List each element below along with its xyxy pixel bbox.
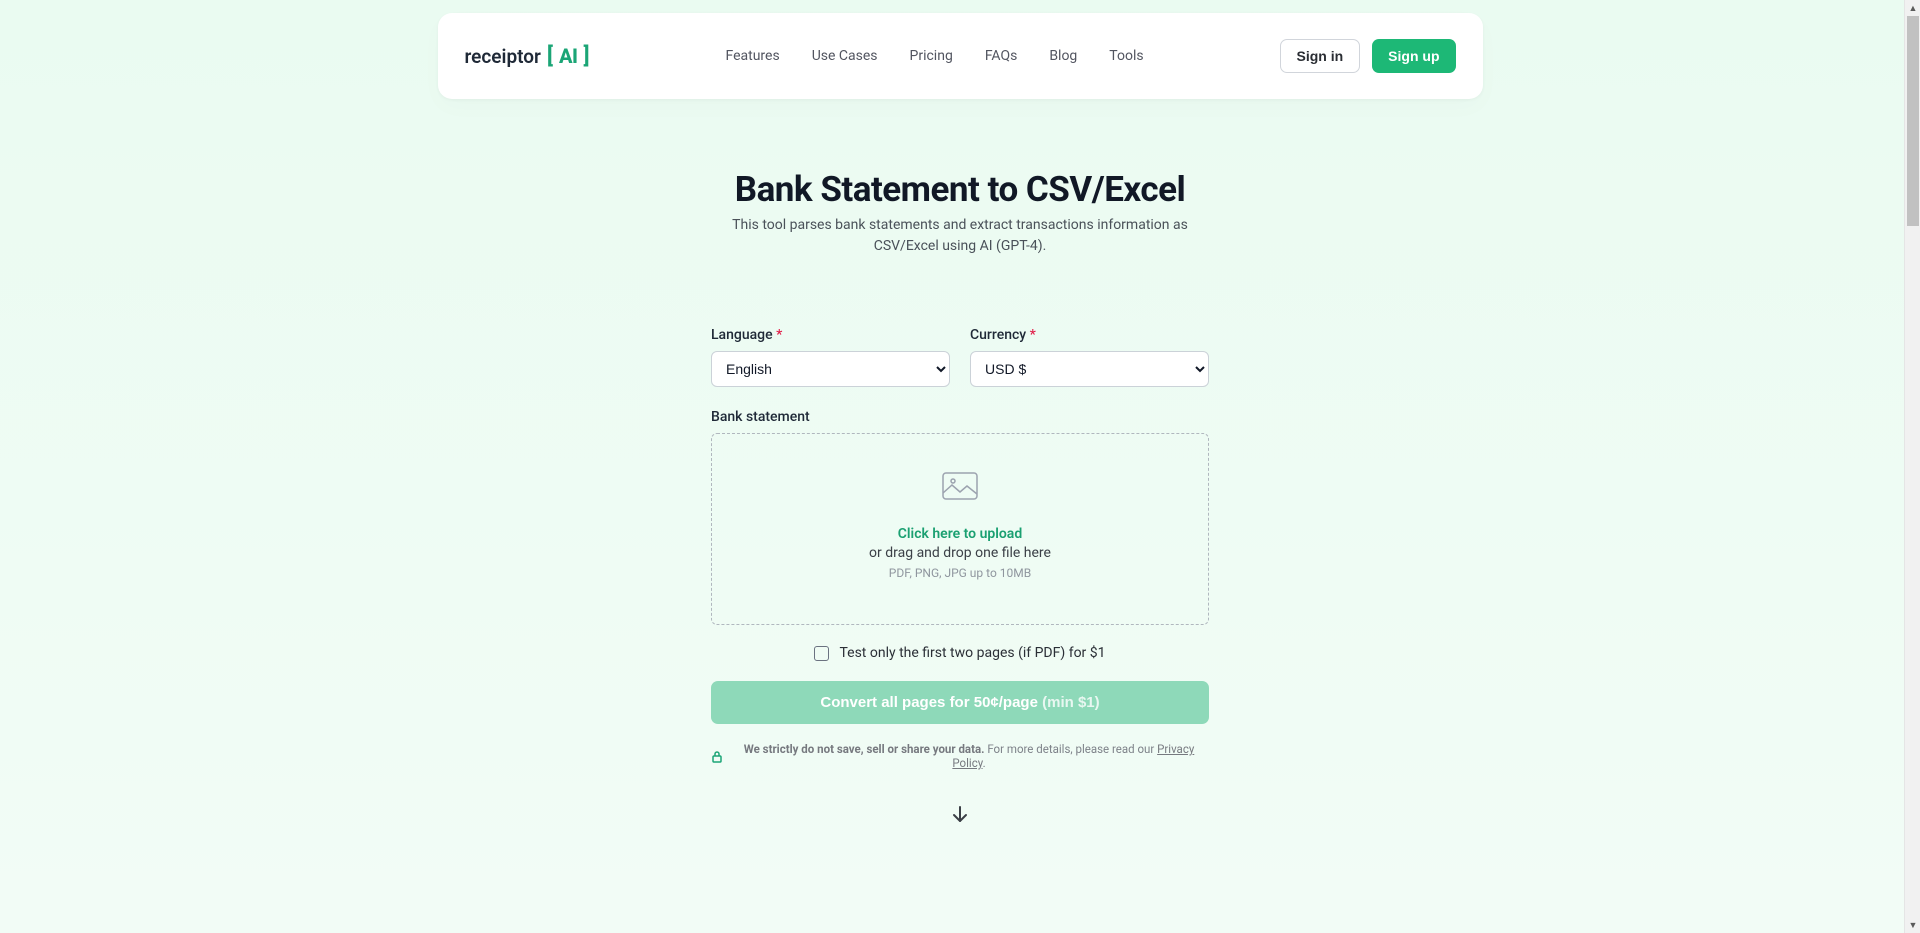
currency-select[interactable]: USD $ <box>970 351 1209 387</box>
currency-label-text: Currency <box>970 327 1026 343</box>
signup-button[interactable]: Sign up <box>1372 39 1455 73</box>
upload-dropzone[interactable]: Click here to upload or drag and drop on… <box>711 433 1209 625</box>
nav-usecases[interactable]: Use Cases <box>812 48 878 64</box>
site-header: receiptor [AI] Features Use Cases Pricing… <box>438 13 1483 99</box>
bank-statement-label: Bank statement <box>711 409 1209 425</box>
language-label: Language * <box>711 327 950 343</box>
scroll-down-indicator <box>711 804 1209 828</box>
nav-pricing[interactable]: Pricing <box>910 48 953 64</box>
currency-group: Currency * USD $ <box>970 327 1209 387</box>
scrollbar-thumb[interactable] <box>1907 16 1919 226</box>
upload-title: Click here to upload <box>732 526 1188 542</box>
scrollbar-down-arrow[interactable]: ▼ <box>1905 917 1920 933</box>
logo-text: receiptor <box>465 45 541 68</box>
header-actions: Sign in Sign up <box>1280 39 1456 73</box>
main-content: Bank Statement to CSV/Excel This tool pa… <box>680 99 1240 828</box>
image-icon <box>942 472 978 500</box>
currency-label: Currency * <box>970 327 1209 343</box>
page-title: Bank Statement to CSV/Excel <box>680 169 1240 210</box>
upload-hint: PDF, PNG, JPG up to 10MB <box>732 566 1188 580</box>
form-row: Language * English Currency * USD $ <box>711 327 1209 387</box>
upload-subtitle: or drag and drop one file here <box>732 545 1188 561</box>
logo-ai: AI <box>559 44 577 68</box>
convert-min-text: (min $1) <box>1042 694 1100 711</box>
test-checkbox-row: Test only the first two pages (if PDF) f… <box>711 645 1209 661</box>
convert-main-text: Convert all pages for 50¢/page <box>820 694 1042 711</box>
main-nav: Features Use Cases Pricing FAQs Blog Too… <box>725 48 1143 64</box>
arrow-down-icon <box>950 804 970 824</box>
page-subtitle: This tool parses bank statements and ext… <box>715 215 1205 257</box>
bracket-open-icon: [ <box>547 44 553 69</box>
scrollbar-up-arrow[interactable]: ▲ <box>1905 0 1920 16</box>
privacy-period: . <box>983 756 986 770</box>
logo[interactable]: receiptor [AI] <box>465 44 590 69</box>
signin-button[interactable]: Sign in <box>1280 39 1361 73</box>
nav-faqs[interactable]: FAQs <box>985 48 1018 64</box>
bracket-close-icon: ] <box>583 44 589 69</box>
language-select[interactable]: English <box>711 351 950 387</box>
scrollbar[interactable]: ▲ ▼ <box>1904 0 1920 933</box>
required-mark: * <box>1030 327 1036 343</box>
privacy-text: For more details, please read our <box>984 742 1157 756</box>
convert-button[interactable]: Convert all pages for 50¢/page (min $1) <box>711 681 1209 724</box>
test-checkbox[interactable] <box>814 646 829 661</box>
nav-tools[interactable]: Tools <box>1109 48 1143 64</box>
nav-features[interactable]: Features <box>725 48 779 64</box>
required-mark: * <box>776 327 782 343</box>
test-checkbox-label: Test only the first two pages (if PDF) f… <box>839 645 1105 661</box>
privacy-notice: We strictly do not save, sell or share y… <box>711 742 1209 770</box>
nav-blog[interactable]: Blog <box>1049 48 1077 64</box>
language-group: Language * English <box>711 327 950 387</box>
privacy-bold: We strictly do not save, sell or share y… <box>744 742 985 756</box>
lock-icon <box>711 750 723 763</box>
bank-statement-group: Bank statement Click here to upload or d… <box>711 409 1209 625</box>
form-area: Language * English Currency * USD $ <box>711 327 1209 828</box>
language-label-text: Language <box>711 327 773 343</box>
